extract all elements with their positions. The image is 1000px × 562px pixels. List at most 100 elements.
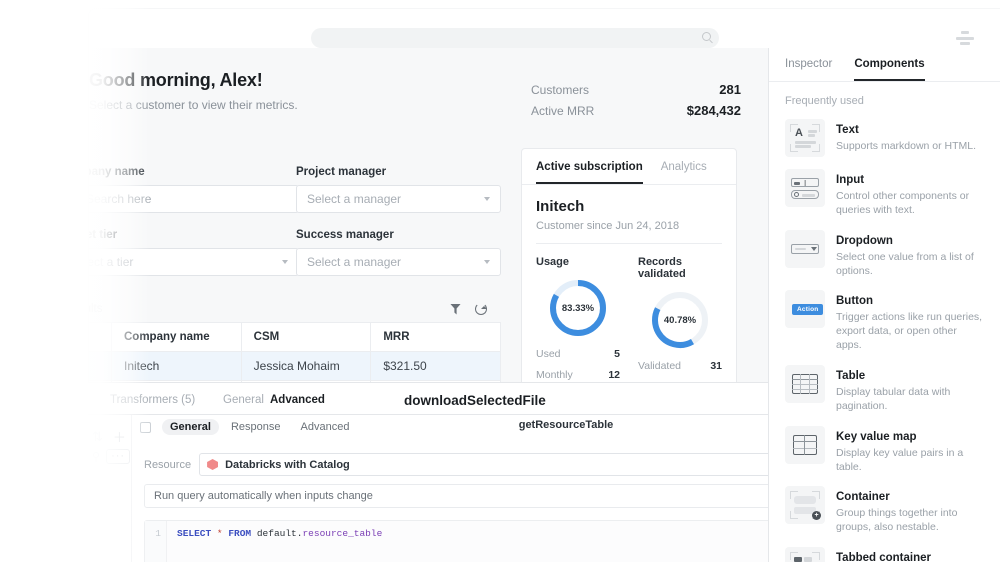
app-root: Good morning, Alex! Select a customer to… [0,0,1000,562]
metric-row: Customers 281 [531,82,741,97]
filter-icon[interactable]: ⚲ [92,450,100,463]
tab-advanced[interactable]: Advanced [293,419,358,435]
component-item-input[interactable]: I Input Control other components or quer… [779,163,990,224]
stat-value: 5 [614,348,620,360]
button-component-icon: Action [785,290,825,329]
more-icon[interactable]: ··· [106,449,131,464]
page-title: Good morning, Alex! [89,70,263,90]
chevron-down-icon [282,260,288,264]
component-item-tabbed-container[interactable]: + Tabbed container Container with a tab … [779,541,990,562]
sort-icon[interactable]: ⇅ [92,429,103,445]
omnibox-search-field[interactable] [311,28,719,48]
plus-icon[interactable]: ＋ [113,427,126,446]
success-manager-value: Select a manager [307,255,402,269]
container-component-icon: + [785,486,825,525]
donut-stat: Used 5 [536,348,620,360]
customer-detail-card: Active subscription Analytics Initech Cu… [521,148,737,404]
component-item-key-value-map[interactable]: Key value map Display key value pairs in… [779,420,990,481]
component-item-button[interactable]: Action Button Trigger actions like run q… [779,284,990,359]
databricks-icon [207,459,219,470]
component-name: Input [836,174,865,186]
tabbed-container-component-icon: + [785,547,825,562]
col-id[interactable]: id [89,322,112,352]
stat-key: Used [536,348,561,360]
component-text: Table Display tabular data with paginati… [836,365,984,414]
rail-row-top: ⇅ ＋ [92,427,126,446]
metric-label: Customers [531,83,590,97]
component-name: Key value map [836,430,917,443]
tab-general[interactable]: General [162,419,219,435]
market-tier-value: Select a tier [88,255,134,269]
filters-column-right: Project manager Select a manager Success… [296,166,501,292]
donut-chart: 40.78% [649,289,711,351]
donut-label: Records validated [638,256,686,280]
donut-label: Usage [536,256,570,268]
sql-source-line: SELECT * FROM default.resource_table [167,521,382,562]
success-manager-select[interactable]: Select a manager [296,248,501,276]
customer-since: Customer since Jun 24, 2018 [536,220,722,244]
chevron-down-icon [484,197,490,201]
stat-value: 12 [608,369,620,381]
line-number: 1 [145,521,167,562]
text-component-icon: A [785,119,825,157]
action-chip-label: Action [792,304,824,316]
tab-transformers[interactable]: Transformers (5) [110,394,195,406]
input-component-icon: I [785,169,825,207]
component-name: Text [836,124,859,136]
company-name-placeholder: Search here [88,192,152,206]
chevron-down-icon [484,260,490,264]
success-manager-group: Success manager Select a manager [296,229,501,276]
donut-stat: Validated 31 [638,360,722,372]
funnel-icon[interactable] [450,304,461,315]
customer-name: Initech [536,198,585,215]
component-name: Button [836,295,874,308]
col-csm[interactable]: CSM [240,322,372,352]
tab-advanced[interactable]: Advanced [270,394,325,406]
component-name: Table [836,370,866,383]
tab-response[interactable]: Response [223,419,289,435]
component-item-container[interactable]: + Container Group things together into g… [779,480,990,541]
cell-csm: Jessica Mohaim [240,351,372,381]
col-mrr[interactable]: MRR [370,322,501,352]
stat-value: 31 [710,360,722,372]
table-component-icon [785,365,825,404]
market-tier-group: Market tier Select a tier [88,229,299,276]
results-header: 2 results [89,296,501,322]
company-name-input[interactable]: Search here [88,185,299,213]
component-item-table[interactable]: Table Display tabular data with paginati… [779,359,990,420]
query-list-rail: ⇅ ＋ ⚲ ··· [88,415,132,562]
table-row[interactable]: 1 Initech Jessica Mohaim $321.50 [89,351,501,381]
col-company[interactable]: Company name [111,322,242,352]
donut-value: 83.33% [561,302,595,314]
market-tier-select[interactable]: Select a tier [88,248,299,276]
cell-id: 1 [89,351,112,381]
donut-usage: Usage 83.33% Used 5 Monthly 12 [536,256,620,393]
component-desc: Group things together into groups, also … [836,507,958,534]
component-text: Button Trigger actions like run queries,… [836,290,984,353]
greeting-block: Good morning, Alex! Select a customer to… [89,70,298,112]
card-body: Initech Customer since Jun 24, 2018 Usag… [522,185,736,403]
refresh-icon[interactable] [475,303,487,315]
company-name-group: Company name Search here [88,166,299,213]
sql-star: * [216,528,223,539]
donut-chart: 83.33% [547,277,609,339]
query-name[interactable]: downloadSelectedFile [404,393,546,408]
tab-general[interactable]: General [223,394,264,406]
component-item-dropdown[interactable]: Dropdown Select one value from a list of… [779,224,990,285]
donut-records-validated: Records validated 40.78% Validated 31 [638,256,722,393]
tab-inspector[interactable]: Inspector [785,58,832,81]
tab-analytics[interactable]: Analytics [661,161,707,184]
project-manager-group: Project manager Select a manager [296,166,501,213]
metric-row: Active MRR $284,432 [531,103,741,118]
tab-active-subscription[interactable]: Active subscription [536,161,643,184]
layout-icon[interactable] [956,31,974,45]
filters-column-left: Company name Search here Market tier Sel… [88,166,299,292]
components-panel: Inspector Components Frequently used A T… [768,48,1000,562]
resource-label: Resource [144,458,192,471]
tab-components[interactable]: Components [854,58,925,81]
component-item-text[interactable]: A Text Supports markdown or HTML. [779,113,990,163]
project-manager-select[interactable]: Select a manager [296,185,501,213]
donut-stat: Monthly 12 [536,369,620,381]
donut-value: 40.78% [663,314,697,326]
select-checkbox[interactable] [140,421,151,433]
